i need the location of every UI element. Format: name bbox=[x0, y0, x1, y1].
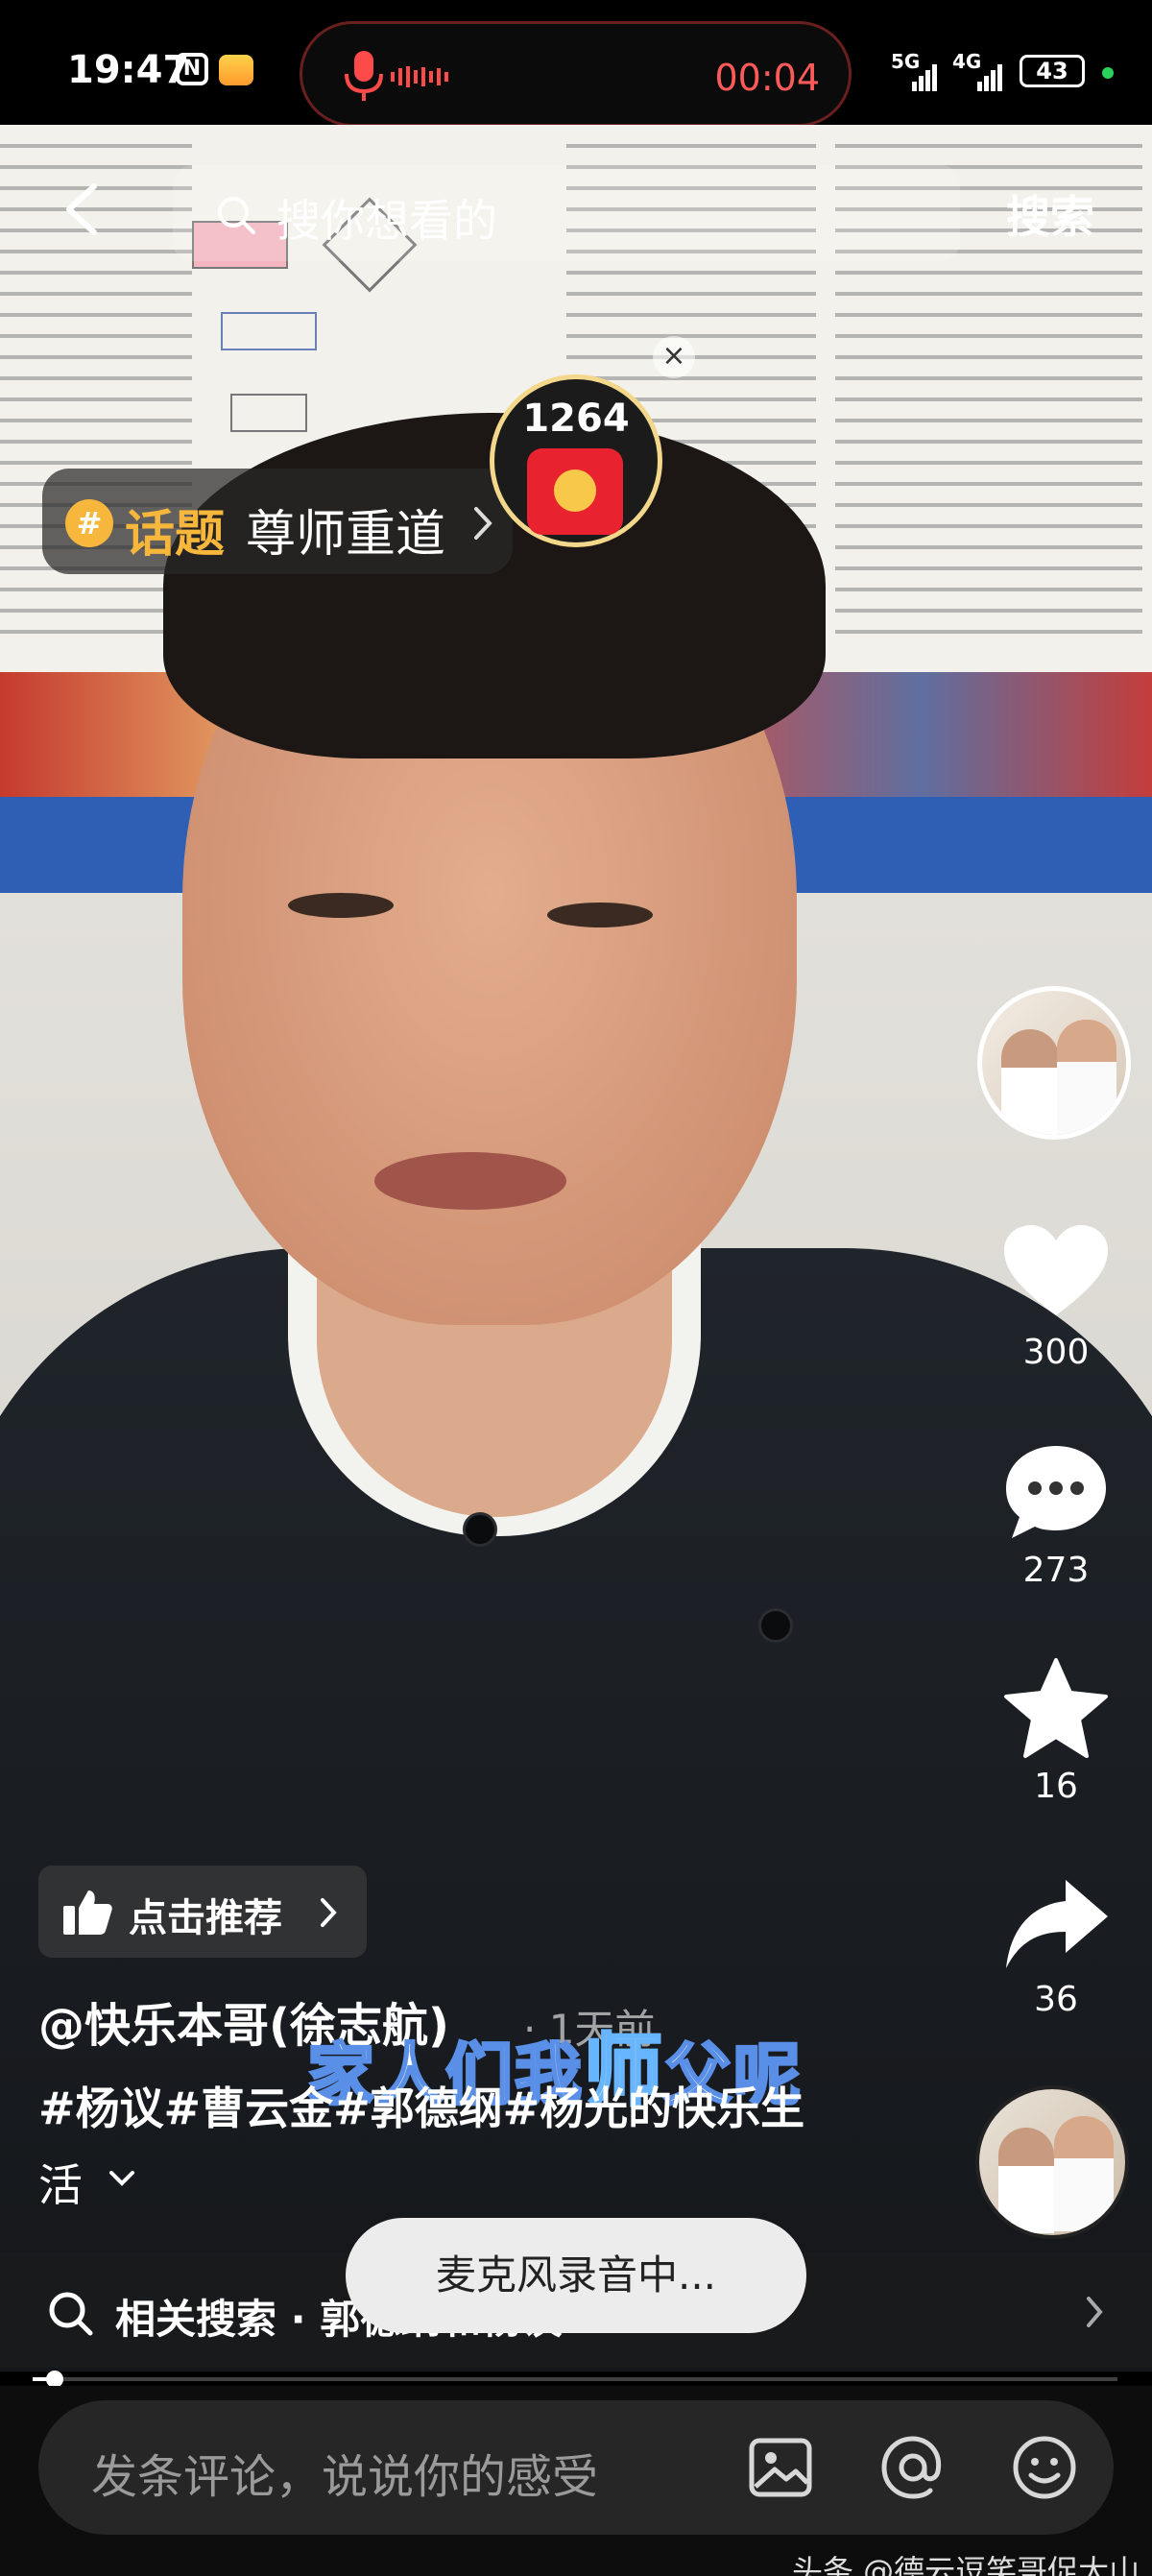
favorite-count: 16 bbox=[1034, 1767, 1078, 1806]
comment-placeholder: 发条评论，说说你的感受 bbox=[91, 2450, 599, 2504]
red-envelope-icon bbox=[527, 448, 623, 535]
search-icon bbox=[218, 197, 255, 234]
topic-text: 尊师重道 bbox=[246, 506, 446, 564]
jacket-button bbox=[758, 1608, 793, 1643]
emoji-icon[interactable] bbox=[1008, 2431, 1081, 2504]
nfc-icon: N bbox=[176, 53, 208, 85]
watermark: 头条 @德云逗笑哥促大山 bbox=[792, 2553, 1140, 2576]
signal-5g-icon bbox=[912, 64, 937, 91]
app-notification-icon bbox=[219, 55, 253, 85]
at-icon[interactable] bbox=[876, 2431, 949, 2504]
like-count: 300 bbox=[1022, 1333, 1090, 1372]
recommend-label: 点击推荐 bbox=[129, 1896, 282, 1940]
author-avatar[interactable] bbox=[977, 986, 1131, 1140]
comment-bar: 发条评论，说说你的感受 头条 @德云逗笑哥促大山 bbox=[0, 2386, 1152, 2576]
share-arrow-icon[interactable] bbox=[998, 1872, 1114, 1978]
audio-wave-icon bbox=[391, 66, 448, 87]
battery-indicator: 43 bbox=[1020, 55, 1085, 87]
reward-count: 1264 bbox=[522, 397, 630, 441]
search-button[interactable]: 搜索 bbox=[1006, 182, 1094, 246]
topic-tag[interactable]: # 话题 尊师重道 bbox=[42, 469, 513, 574]
share-count: 36 bbox=[1034, 1980, 1078, 2019]
chevron-right-icon bbox=[1087, 2297, 1103, 2327]
chevron-right-icon bbox=[321, 1898, 337, 1927]
recording-indicator[interactable]: 00:04 bbox=[300, 21, 852, 127]
music-disc-avatar[interactable] bbox=[975, 2085, 1129, 2239]
signal-4g-icon bbox=[977, 64, 1002, 91]
search-placeholder: 搜你想看的 bbox=[276, 195, 497, 247]
comment-count: 273 bbox=[1022, 1551, 1090, 1590]
video-progress-bar[interactable] bbox=[33, 2371, 1117, 2388]
image-icon[interactable] bbox=[744, 2431, 817, 2504]
red-envelope-reward[interactable]: 1264 bbox=[490, 374, 662, 547]
recommend-button[interactable]: 点击推荐 bbox=[38, 1866, 367, 1958]
top-bar: 搜你想看的 搜索 bbox=[0, 144, 1152, 269]
video-description-cont: 活 bbox=[38, 2159, 83, 2211]
comment-bubble-icon[interactable] bbox=[998, 1440, 1114, 1546]
chevron-down-icon[interactable] bbox=[108, 2168, 136, 2189]
comment-input[interactable]: 发条评论，说说你的感受 bbox=[38, 2400, 1114, 2535]
heart-icon[interactable] bbox=[998, 1219, 1114, 1325]
status-time: 19:47 bbox=[67, 48, 190, 92]
close-icon[interactable]: × bbox=[653, 336, 695, 378]
back-arrow-icon[interactable] bbox=[58, 181, 106, 238]
star-icon[interactable] bbox=[998, 1656, 1114, 1762]
status-bar: 19:47 N 00:04 5G 4G 43 bbox=[0, 0, 1152, 127]
video-description[interactable]: #杨议#曹云金#郭德纲#杨光的快乐生 bbox=[38, 2074, 804, 2137]
recording-time: 00:04 bbox=[714, 57, 820, 99]
search-icon bbox=[49, 2292, 93, 2336]
chevron-right-icon bbox=[474, 507, 492, 540]
search-input[interactable]: 搜你想看的 bbox=[173, 165, 960, 261]
jacket-button bbox=[463, 1512, 497, 1547]
thumbs-up-icon bbox=[63, 1890, 112, 1935]
privacy-dot bbox=[1102, 67, 1114, 79]
recording-toast: 麦克风录音中... bbox=[346, 2218, 806, 2333]
topic-label: 话题 bbox=[125, 506, 226, 564]
hashtag-icon: # bbox=[65, 499, 113, 547]
